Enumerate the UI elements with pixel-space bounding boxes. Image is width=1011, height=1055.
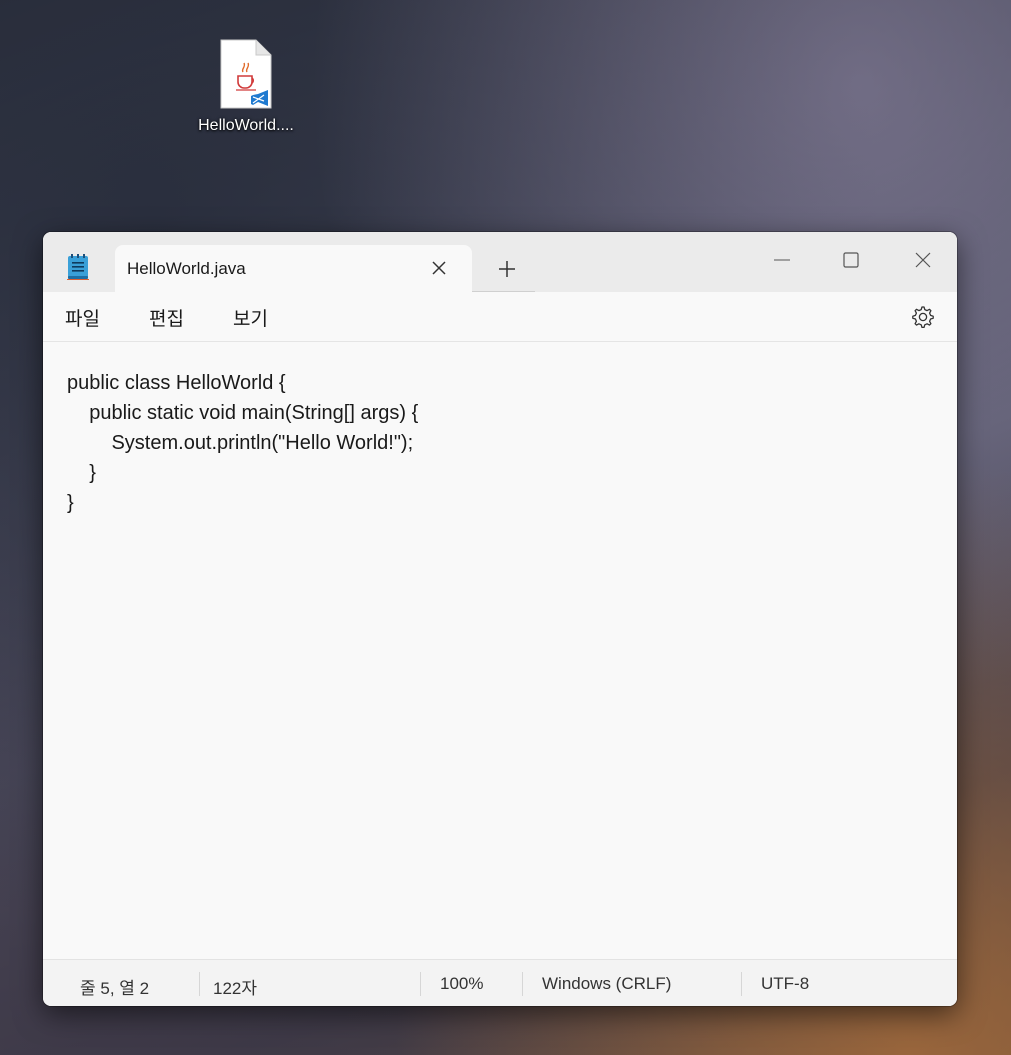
tab-helloworld[interactable]: HelloWorld.java xyxy=(115,245,472,292)
gear-icon[interactable] xyxy=(909,304,935,330)
minimize-icon xyxy=(774,259,790,261)
menu-view[interactable]: 보기 xyxy=(233,304,268,331)
desktop-file-icon[interactable]: HelloWorld.... xyxy=(188,36,304,146)
java-file-icon xyxy=(220,39,272,109)
text-editor[interactable]: public class HelloWorld { public static … xyxy=(43,342,957,959)
close-window-button[interactable] xyxy=(900,240,946,280)
editor-content[interactable]: public class HelloWorld { public static … xyxy=(67,368,418,518)
title-bar[interactable]: HelloWorld.java xyxy=(43,232,957,292)
close-icon xyxy=(915,252,931,268)
maximize-button[interactable] xyxy=(828,240,874,280)
status-divider xyxy=(420,972,421,996)
status-line-ending[interactable]: Windows (CRLF) xyxy=(542,974,671,994)
menu-bar: 파일 편집 보기 xyxy=(43,292,957,342)
desktop-file-label: HelloWorld.... xyxy=(198,117,294,134)
plus-icon[interactable] xyxy=(496,258,518,280)
status-cursor-position: 줄 5, 열 2 xyxy=(80,979,150,998)
status-divider xyxy=(199,972,200,996)
minimize-button[interactable] xyxy=(759,240,805,280)
notepad-icon xyxy=(67,254,89,280)
status-divider xyxy=(741,972,742,996)
maximize-icon xyxy=(843,252,859,268)
status-divider xyxy=(522,972,523,996)
menu-edit[interactable]: 편집 xyxy=(149,304,184,331)
status-char-count: 122자 xyxy=(213,979,258,998)
close-icon[interactable] xyxy=(428,257,450,279)
menu-file[interactable]: 파일 xyxy=(65,304,100,331)
status-bar: 줄 5, 열 2 122자 100% Windows (CRLF) UTF-8 xyxy=(43,959,957,1006)
status-encoding[interactable]: UTF-8 xyxy=(761,974,809,994)
notepad-window: HelloWorld.java 파일 편집 보기 public class He… xyxy=(43,232,957,1006)
status-zoom[interactable]: 100% xyxy=(440,974,483,994)
tab-label: HelloWorld.java xyxy=(127,259,246,278)
